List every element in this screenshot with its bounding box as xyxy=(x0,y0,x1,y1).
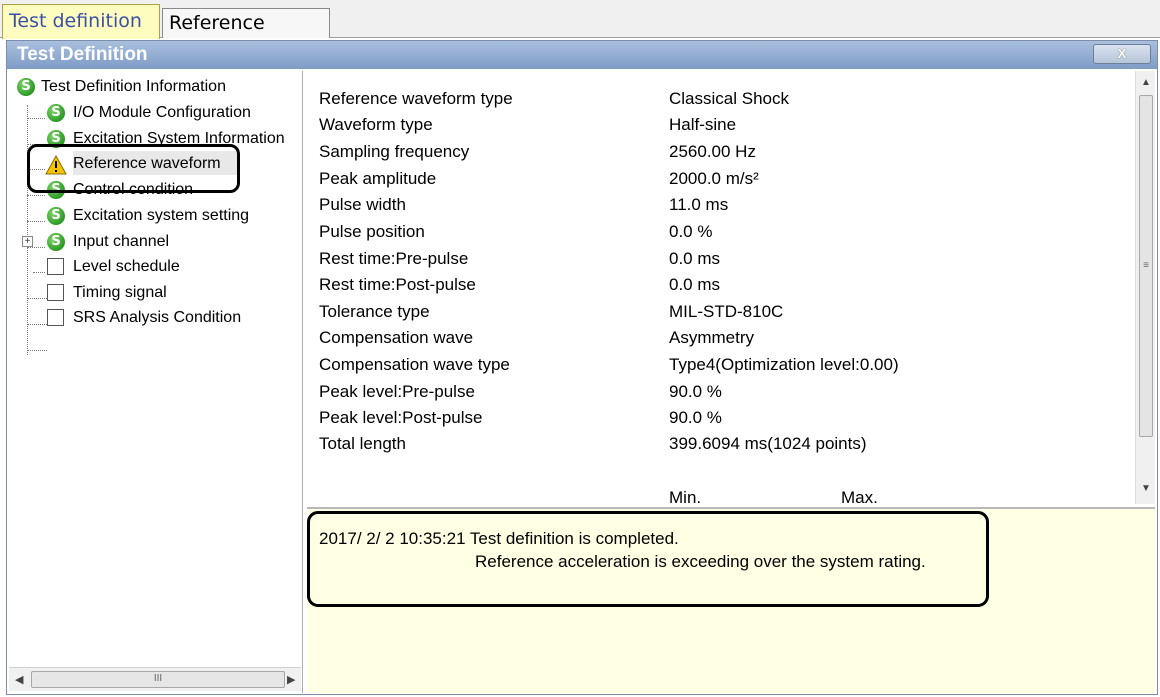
property-row: Pulse width 11.0 ms xyxy=(319,195,729,214)
property-row: Tolerance type MIL-STD-810C xyxy=(319,302,784,321)
selection-highlight-callout xyxy=(27,144,240,193)
property-row: Peak level:Post-pulse 90.0 % xyxy=(319,408,722,427)
checkbox-icon xyxy=(47,309,64,326)
tree-item-timing-signal[interactable]: Timing signal xyxy=(9,281,302,305)
tree-item-input-channel[interactable]: + S Input channel xyxy=(9,230,302,254)
max-label: Max. xyxy=(841,488,878,506)
property-row: Peak level:Pre-pulse 90.0 % xyxy=(319,382,722,401)
message-callout xyxy=(307,511,989,607)
properties-vertical-scrollbar[interactable]: ▲ ≡ ▼ xyxy=(1135,71,1155,504)
property-row: Rest time:Pre-pulse 0.0 ms xyxy=(319,249,721,268)
expand-icon[interactable]: + xyxy=(22,236,33,247)
tree-item-excitation-system-setting[interactable]: S Excitation system setting xyxy=(9,204,302,228)
property-row: Peak amplitude 2000.0 m/s² xyxy=(319,169,759,188)
tree-item-test-definition-information[interactable]: S Test Definition Information xyxy=(9,75,302,99)
property-row: Compensation wave type Type4(Optimization… xyxy=(319,355,899,374)
property-row: Waveform type Half-sine xyxy=(319,115,737,134)
property-row: Sampling frequency 2560.00 Hz xyxy=(319,142,756,161)
window-title: Test Definition xyxy=(17,44,148,65)
status-ok-icon: S xyxy=(47,207,65,225)
status-ok-icon: S xyxy=(47,233,65,251)
definition-tree: S Test Definition Information S I/O Modu… xyxy=(9,71,303,693)
tab-bar: Test definition Reference graph xyxy=(0,0,1160,62)
checkbox-icon xyxy=(47,284,64,301)
close-button[interactable]: X xyxy=(1093,44,1151,64)
min-label: Min. xyxy=(669,488,702,506)
tab-reference-graph[interactable]: Reference graph xyxy=(162,8,330,62)
close-icon: X xyxy=(1117,46,1127,61)
tab-test-definition[interactable]: Test definition xyxy=(2,4,160,39)
scroll-thumb[interactable]: III xyxy=(31,671,285,688)
status-ok-icon: S xyxy=(47,104,65,122)
tree-item-io-module-configuration[interactable]: S I/O Module Configuration xyxy=(9,101,302,125)
property-row: Total length 399.6094 ms(1024 points) xyxy=(319,434,867,453)
tree-item-level-schedule[interactable]: Level schedule xyxy=(9,255,302,279)
tree-item-srs-analysis-condition[interactable]: SRS Analysis Condition xyxy=(9,306,302,330)
status-ok-icon: S xyxy=(17,78,35,96)
window-titlebar: Test Definition X xyxy=(7,41,1157,69)
message-log: 2017/ 2/ 2 10:35:21 Test definition is c… xyxy=(307,507,1155,693)
scroll-right-icon[interactable]: ▶ xyxy=(287,673,295,686)
checkbox-icon xyxy=(47,258,64,275)
minmax-header-row: Min. Max. xyxy=(307,486,1137,506)
property-row: Pulse position 0.0 % xyxy=(319,222,713,241)
scroll-thumb[interactable]: ≡ xyxy=(1139,95,1153,437)
scroll-left-icon[interactable]: ◀ xyxy=(15,673,23,686)
properties-panel: Reference waveform type Classical Shock W… xyxy=(307,71,1143,506)
property-row: Reference waveform type Classical Shock xyxy=(319,89,789,108)
property-row: Compensation wave Asymmetry xyxy=(319,328,754,347)
scroll-up-icon[interactable]: ▲ xyxy=(1141,77,1151,88)
scroll-down-icon[interactable]: ▼ xyxy=(1141,483,1151,494)
tree-horizontal-scrollbar[interactable]: ◀ III ▶ xyxy=(9,667,301,691)
property-row: Rest time:Post-pulse 0.0 ms xyxy=(319,275,721,294)
test-definition-window: Test Definition X S Test Definition Info… xyxy=(6,40,1158,695)
